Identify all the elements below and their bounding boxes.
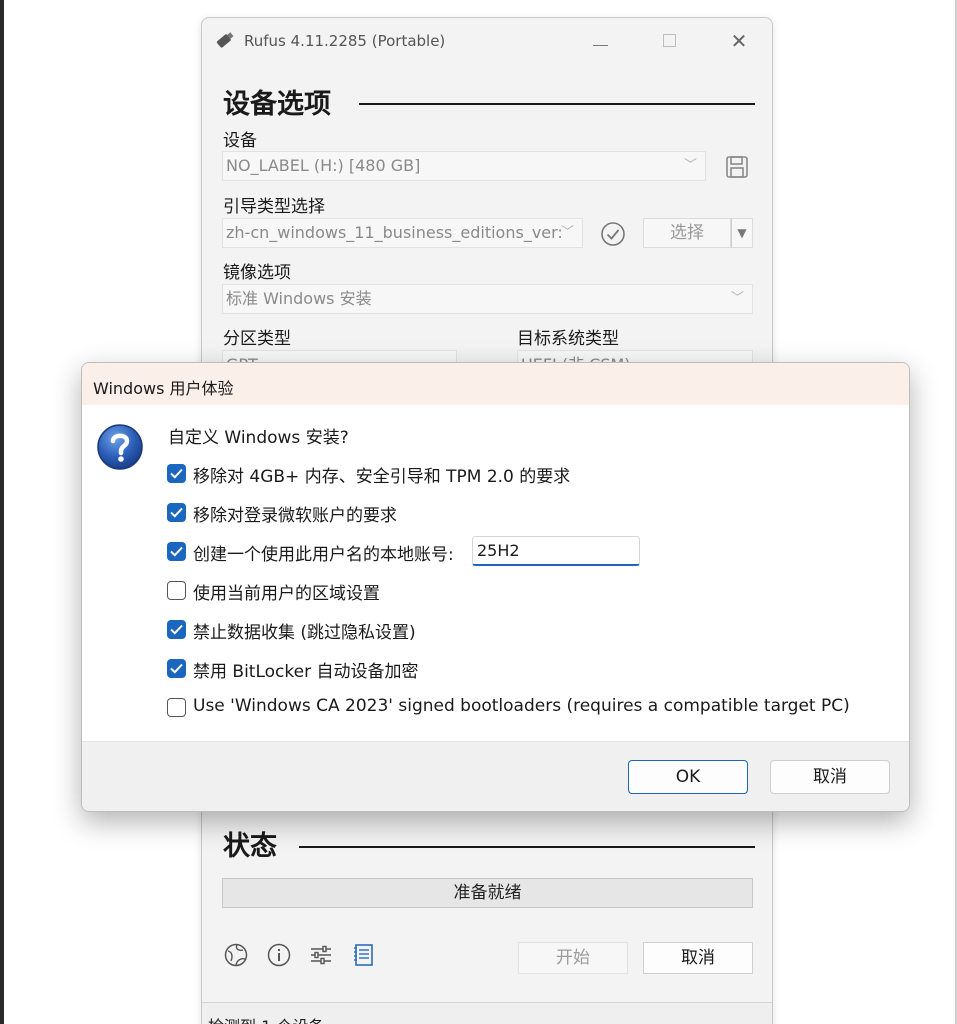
checkmark-icon xyxy=(170,663,183,674)
page-left-edge xyxy=(0,0,4,1024)
heading-rule xyxy=(359,103,755,105)
log-icon[interactable] xyxy=(351,942,377,968)
checkbox-unchecked[interactable] xyxy=(167,698,186,717)
minimize-button[interactable] xyxy=(585,28,615,54)
checkbox-checked[interactable] xyxy=(167,542,186,561)
image-option-select[interactable]: 标准 Windows 安装 ﹀ xyxy=(222,284,753,314)
windows-user-experience-dialog: Windows 用户体验 自定义 Windows 安装? 移除对 4GB+ 内存… xyxy=(81,362,910,812)
dialog-title: Windows 用户体验 xyxy=(93,379,234,398)
info-icon[interactable] xyxy=(266,942,292,968)
device-label: 设备 xyxy=(223,131,257,151)
chevron-down-icon: ﹀ xyxy=(730,291,744,306)
checkmark-icon xyxy=(170,468,183,479)
option-label: 禁用 BitLocker 自动设备加密 xyxy=(193,662,419,682)
chevron-down-icon: ﹀ xyxy=(683,158,697,173)
choose-button[interactable]: 选择 xyxy=(643,218,731,248)
boot-selection-label: 引导类型选择 xyxy=(223,197,325,217)
usb-drive-icon xyxy=(216,32,234,48)
settings-sliders-icon[interactable] xyxy=(308,942,334,968)
window-title: Rufus 4.11.2285 (Portable) xyxy=(244,32,446,50)
boot-selection-value: zh-cn_windows_11_business_editions_ver: xyxy=(226,223,563,242)
checkbox-checked[interactable] xyxy=(167,659,186,678)
title-bar: Rufus 4.11.2285 (Portable) ✕ xyxy=(202,18,772,64)
option-label: 移除对登录微软账户的要求 xyxy=(193,506,397,526)
checkbox-checked[interactable] xyxy=(167,464,186,483)
save-icon[interactable] xyxy=(725,155,749,179)
device-select-value: NO_LABEL (H:) [480 GB] xyxy=(226,156,421,175)
target-system-label: 目标系统类型 xyxy=(517,329,619,349)
option-label: 禁止数据收集 (跳过隐私设置) xyxy=(193,623,416,643)
chevron-down-icon: ﹀ xyxy=(560,225,574,240)
image-option-label: 镜像选项 xyxy=(223,263,291,283)
option-label: 移除对 4GB+ 内存、安全引导和 TPM 2.0 的要求 xyxy=(193,467,571,487)
progress-status-bar: 准备就绪 xyxy=(222,878,753,908)
minimize-icon xyxy=(592,44,608,46)
globe-icon[interactable] xyxy=(223,942,249,968)
dialog-title-bar: Windows 用户体验 xyxy=(82,363,909,405)
option-label: Use 'Windows CA 2023' signed bootloaders… xyxy=(193,696,850,716)
status-line: 检测到 1 个设备 xyxy=(202,1002,772,1024)
local-username-input[interactable] xyxy=(472,536,640,566)
boot-selection-select[interactable]: zh-cn_windows_11_business_editions_ver: … xyxy=(222,218,583,248)
option-label: 使用当前用户的区域设置 xyxy=(193,584,380,604)
cancel-button[interactable]: 取消 xyxy=(643,942,753,974)
checkbox-checked[interactable] xyxy=(167,620,186,639)
checkbox-checked[interactable] xyxy=(167,503,186,522)
question-icon xyxy=(97,424,143,470)
start-button[interactable]: 开始 xyxy=(518,942,628,974)
device-select[interactable]: NO_LABEL (H:) [480 GB] ﹀ xyxy=(222,151,706,181)
checkmark-icon xyxy=(170,507,183,518)
dialog-footer: OK 取消 xyxy=(82,741,909,811)
status-heading: 状态 xyxy=(223,831,277,862)
maximize-icon xyxy=(662,34,676,47)
triangle-down-icon: ▼ xyxy=(737,226,747,240)
ok-button[interactable]: OK xyxy=(628,760,748,794)
checkmark-icon xyxy=(170,546,183,557)
choose-dropdown-button[interactable]: ▼ xyxy=(731,218,753,248)
checkbox-unchecked[interactable] xyxy=(167,581,186,600)
option-label: 创建一个使用此用户名的本地账号: xyxy=(193,545,454,565)
heading-rule xyxy=(299,846,755,848)
close-button[interactable]: ✕ xyxy=(724,28,754,54)
dialog-cancel-button[interactable]: 取消 xyxy=(770,760,890,794)
check-hash-icon[interactable] xyxy=(600,221,626,247)
image-option-value: 标准 Windows 安装 xyxy=(226,289,372,308)
checkmark-icon xyxy=(170,624,183,635)
device-options-heading: 设备选项 xyxy=(223,89,331,120)
partition-scheme-label: 分区类型 xyxy=(223,329,291,349)
close-icon: ✕ xyxy=(730,29,748,53)
maximize-button[interactable] xyxy=(654,28,684,54)
dialog-question: 自定义 Windows 安装? xyxy=(168,428,349,448)
